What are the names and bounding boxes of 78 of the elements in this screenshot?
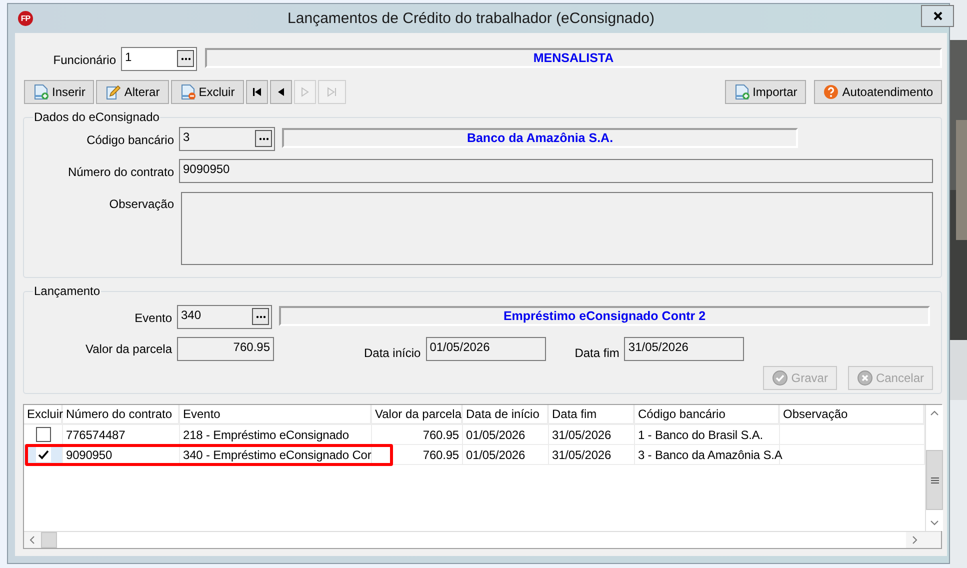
document-minus-icon: [180, 84, 196, 100]
table-cell: 776574487: [63, 425, 180, 445]
help-button[interactable]: Autoatendimento: [814, 80, 942, 104]
employee-field[interactable]: 1: [121, 47, 197, 71]
table-cell: 01/05/2026: [463, 445, 549, 465]
delete-button[interactable]: Excluir: [170, 80, 244, 104]
field-label: Funcionário: [52, 52, 116, 67]
column-header[interactable]: Data fim: [549, 405, 635, 425]
first-record-icon: [252, 87, 262, 97]
column-header[interactable]: Número do contrato: [63, 405, 180, 425]
previous-record-icon: [276, 87, 286, 97]
field-label: Data início: [364, 345, 421, 360]
app-logo: FP: [18, 11, 33, 26]
contract-number-field[interactable]: 9090950: [179, 159, 933, 183]
insert-button[interactable]: Inserir: [24, 80, 94, 104]
import-button[interactable]: Importar: [724, 80, 806, 104]
bank-name-display: Banco da Amazônia S.A.: [282, 128, 798, 148]
ellipsis-button[interactable]: [255, 130, 272, 147]
pencil-icon: [105, 84, 122, 100]
table-cell: 3 - Banco da Amazônia S.A: [635, 445, 780, 465]
bank-code-field[interactable]: 3: [179, 127, 275, 151]
field-label: Data fim: [574, 345, 620, 360]
table-cell: 01/05/2026: [463, 425, 549, 445]
table-cell: 1 - Banco do Brasil S.A.: [635, 425, 780, 445]
group-title: Dados do eConsignado: [33, 110, 160, 124]
first-button[interactable]: [246, 80, 268, 104]
table-cell: 760.95: [372, 425, 463, 445]
previous-button[interactable]: [270, 80, 292, 104]
observation-field[interactable]: [181, 192, 933, 265]
table-cell: 218 - Empréstimo eConsignado: [180, 425, 372, 445]
column-header[interactable]: Excluir: [24, 405, 63, 425]
checkbox[interactable]: [36, 447, 50, 462]
cancel-circle-icon: [856, 370, 873, 386]
last-record-icon: [326, 87, 337, 97]
table-cell: 760.95: [372, 445, 463, 465]
checkbox[interactable]: [36, 427, 50, 442]
event-name-display: Empréstimo eConsignado Contr 2: [279, 306, 930, 326]
next-record-icon: [300, 87, 310, 97]
close-button[interactable]: [921, 5, 954, 27]
group-title: Lançamento: [33, 284, 102, 298]
scrollbar-thumb[interactable]: [926, 450, 943, 510]
end-date-field[interactable]: 31/05/2026: [624, 337, 744, 361]
table-row[interactable]: 776574487 218 - Empréstimo eConsignado 760.95 01/05/2026 31/05/2026 1 - Banco do Brasil S.A.: [24, 425, 925, 445]
grip-icon: [930, 476, 938, 484]
employee-name-display: MENSALISTA: [205, 48, 942, 68]
field-label: Código bancário: [86, 132, 174, 147]
ellipsis-button[interactable]: [252, 308, 269, 325]
event-code-field[interactable]: 340: [177, 305, 272, 329]
installment-value-field[interactable]: 760.95: [177, 337, 274, 361]
column-header[interactable]: Valor da parcela: [372, 405, 463, 425]
field-label: Número do contrato: [66, 164, 174, 179]
start-date-field[interactable]: 01/05/2026: [426, 337, 546, 361]
field-label: Valor da parcela: [84, 341, 172, 356]
column-header[interactable]: Observação: [780, 405, 925, 425]
column-header[interactable]: Evento: [180, 405, 372, 425]
table-cell: 31/05/2026: [549, 445, 635, 465]
table-cell: 340 - Empréstimo eConsignado Cor: [180, 445, 372, 465]
table-cell: 9090950: [63, 445, 180, 465]
vertical-scrollbar[interactable]: [925, 405, 943, 531]
document-plus-icon: [734, 84, 750, 100]
column-header[interactable]: Código bancário: [635, 405, 780, 425]
field-label: Observação: [108, 196, 174, 211]
table-row[interactable]: 9090950 340 - Empréstimo eConsignado Cor 760.95 01/05/2026 31/05/2026 3 - Banco da Amazônia S.A: [24, 445, 925, 465]
check-circle-icon: [772, 370, 788, 386]
document-plus-icon: [33, 84, 49, 100]
ellipsis-icon: [256, 314, 266, 318]
horizontal-scrollbar[interactable]: [24, 531, 941, 548]
ellipsis-icon: [258, 136, 268, 140]
close-icon: [932, 11, 942, 21]
scrollbar-thumb[interactable]: [41, 532, 57, 548]
ellipsis-button[interactable]: [177, 50, 194, 67]
table-cell: 31/05/2026: [549, 425, 635, 445]
edit-button[interactable]: Alterar: [96, 80, 169, 104]
column-header[interactable]: Data de início: [463, 405, 549, 425]
help-icon: [823, 84, 840, 100]
ellipsis-icon: [180, 56, 190, 60]
field-label: Evento: [134, 310, 172, 325]
window-title: Lançamentos de Crédito do trabalhador (eConsignado): [286, 10, 656, 27]
